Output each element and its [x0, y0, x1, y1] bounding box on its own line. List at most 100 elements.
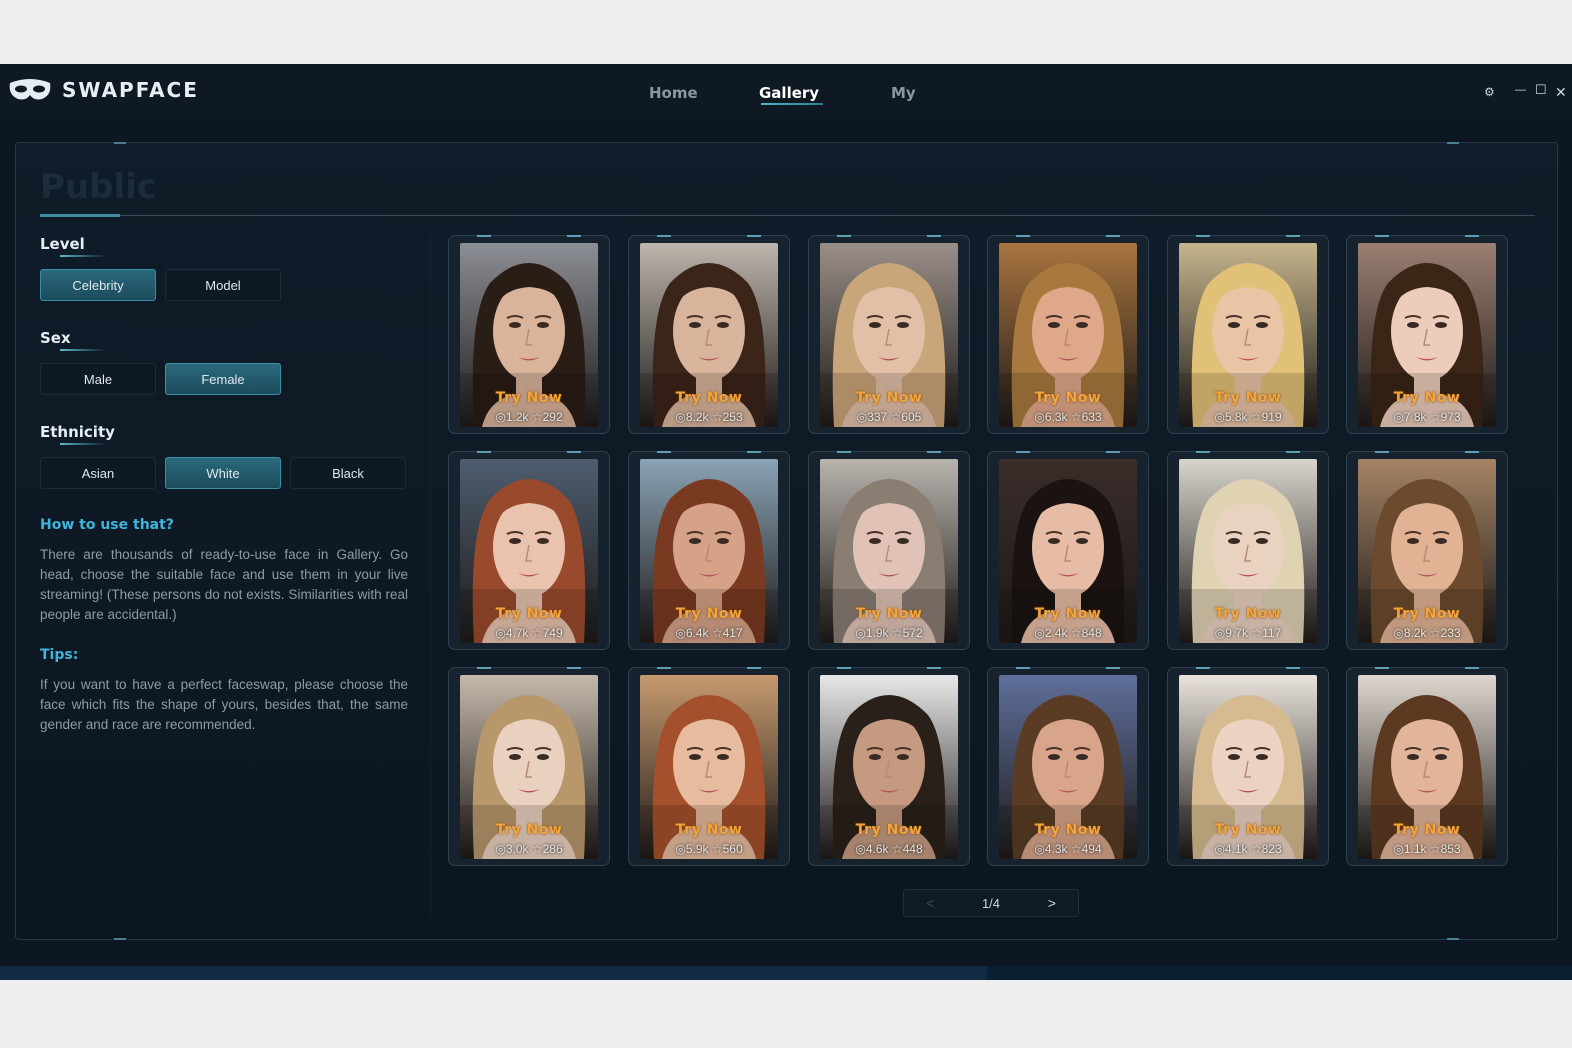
star-icon: ☆	[1247, 410, 1262, 424]
star-icon: ☆	[708, 842, 723, 856]
ethnicity-title: Ethnicity	[40, 423, 115, 445]
face-card[interactable]: Try Now ◎2.4k ☆848	[987, 451, 1149, 650]
eye-icon: ◎	[675, 842, 686, 856]
eye-icon: ◎	[855, 626, 866, 640]
next-page-icon[interactable]: >	[1048, 895, 1056, 911]
sex-male-button[interactable]: Male	[40, 363, 156, 395]
ethnicity-black-button[interactable]: Black	[290, 457, 406, 489]
card-stats: ◎1.1k ☆853	[1358, 842, 1496, 856]
level-options: Celebrity Model	[40, 269, 408, 301]
eye-icon: ◎	[675, 626, 686, 640]
face-portrait: Try Now ◎5.9k ☆560	[640, 675, 778, 859]
try-now-label[interactable]: Try Now	[1358, 822, 1496, 838]
ethnicity-asian-button[interactable]: Asian	[40, 457, 156, 489]
face-portrait: Try Now ◎4.1k ☆823	[1179, 675, 1317, 859]
star-count: 605	[901, 410, 922, 424]
try-now-label[interactable]: Try Now	[1179, 606, 1317, 622]
level-celebrity-button[interactable]: Celebrity	[40, 269, 156, 301]
view-count: 4.6k	[865, 842, 889, 856]
try-now-label[interactable]: Try Now	[999, 390, 1137, 406]
view-count: 2.4k	[1044, 626, 1068, 640]
try-now-label[interactable]: Try Now	[820, 822, 958, 838]
star-icon: ☆	[887, 410, 902, 424]
close-icon[interactable]: ✕	[1555, 84, 1567, 101]
card-stats: ◎5.9k ☆560	[640, 842, 778, 856]
tab-my[interactable]: My	[891, 84, 916, 102]
view-count: 1.9k	[865, 626, 889, 640]
face-card[interactable]: Try Now ◎9.7k ☆117	[1167, 451, 1329, 650]
ethnicity-white-button[interactable]: White	[165, 457, 281, 489]
face-card[interactable]: Try Now ◎4.6k ☆448	[808, 667, 970, 866]
try-now-label[interactable]: Try Now	[999, 606, 1137, 622]
sex-female-button[interactable]: Female	[165, 363, 281, 395]
face-card[interactable]: Try Now ◎4.1k ☆823	[1167, 667, 1329, 866]
face-portrait: Try Now ◎1.2k ☆292	[460, 243, 598, 427]
face-card[interactable]: Try Now ◎1.2k ☆292	[448, 235, 610, 434]
face-card[interactable]: Try Now ◎3.0k ☆286	[448, 667, 610, 866]
view-count: 9.7k	[1225, 626, 1248, 640]
try-now-label[interactable]: Try Now	[460, 390, 598, 406]
star-icon: ☆	[1067, 842, 1082, 856]
title-bar: SWAPFACE Home Gallery My ⚙ — ☐ ✕	[0, 64, 1572, 120]
face-card[interactable]: Try Now ◎6.3k ☆633	[987, 235, 1149, 434]
view-count: 1.2k	[505, 410, 529, 424]
eye-icon: ◎	[675, 410, 686, 424]
settings-gear-icon[interactable]: ⚙	[1484, 85, 1495, 99]
face-card[interactable]: Try Now ◎4.3k ☆494	[987, 667, 1149, 866]
face-portrait: Try Now ◎5.8k ☆919	[1179, 243, 1317, 427]
try-now-label[interactable]: Try Now	[640, 822, 778, 838]
card-stats: ◎8.2k ☆233	[1358, 626, 1496, 640]
eye-icon: ◎	[1214, 626, 1226, 640]
face-card[interactable]: Try Now ◎7.8k ☆973	[1346, 235, 1508, 434]
level-model-button[interactable]: Model	[165, 269, 281, 301]
card-stats: ◎1.9k ☆572	[820, 626, 958, 640]
try-now-label[interactable]: Try Now	[460, 606, 598, 622]
star-count: 494	[1081, 842, 1102, 856]
card-stats: ◎7.8k ☆973	[1358, 410, 1496, 424]
card-stats: ◎4.3k ☆494	[999, 842, 1137, 856]
try-now-label[interactable]: Try Now	[1358, 390, 1496, 406]
try-now-label[interactable]: Try Now	[820, 390, 958, 406]
tab-gallery[interactable]: Gallery	[759, 84, 824, 105]
ethnicity-options: Asian White Black	[40, 457, 408, 489]
eye-icon: ◎	[1034, 626, 1045, 640]
main-nav: Home Gallery My	[0, 84, 1572, 108]
face-card[interactable]: Try Now ◎8.2k ☆253	[628, 235, 790, 434]
try-now-label[interactable]: Try Now	[999, 822, 1137, 838]
face-portrait: Try Now ◎4.6k ☆448	[820, 675, 958, 859]
try-now-label[interactable]: Try Now	[1358, 606, 1496, 622]
eye-icon: ◎	[855, 842, 866, 856]
face-card[interactable]: Try Now ◎4.7k ☆749	[448, 451, 610, 650]
view-count: 5.9k	[685, 842, 709, 856]
star-count: 749	[542, 626, 563, 640]
card-stats: ◎6.4k ☆417	[640, 626, 778, 640]
minimize-icon[interactable]: —	[1515, 84, 1526, 96]
face-card[interactable]: Try Now ◎337 ☆605	[808, 235, 970, 434]
face-card[interactable]: Try Now ◎6.4k ☆417	[628, 451, 790, 650]
face-card[interactable]: Try Now ◎5.8k ☆919	[1167, 235, 1329, 434]
try-now-label[interactable]: Try Now	[640, 390, 778, 406]
try-now-label[interactable]: Try Now	[460, 822, 598, 838]
view-count: 4.7k	[505, 626, 529, 640]
face-portrait: Try Now ◎6.4k ☆417	[640, 459, 778, 643]
view-count: 1.1k	[1403, 842, 1427, 856]
try-now-label[interactable]: Try Now	[640, 606, 778, 622]
face-card[interactable]: Try Now ◎5.9k ☆560	[628, 667, 790, 866]
maximize-icon[interactable]: ☐	[1535, 82, 1547, 98]
face-card[interactable]: Try Now ◎8.2k ☆233	[1346, 451, 1508, 650]
try-now-label[interactable]: Try Now	[1179, 822, 1317, 838]
try-now-label[interactable]: Try Now	[820, 606, 958, 622]
face-portrait: Try Now ◎337 ☆605	[820, 243, 958, 427]
face-card[interactable]: Try Now ◎1.9k ☆572	[808, 451, 970, 650]
card-stats: ◎1.2k ☆292	[460, 410, 598, 424]
face-portrait: Try Now ◎6.3k ☆633	[999, 243, 1137, 427]
star-count: 117	[1262, 626, 1282, 640]
star-icon: ☆	[888, 842, 903, 856]
view-count: 7.8k	[1403, 410, 1427, 424]
star-count: 448	[902, 842, 923, 856]
tab-home[interactable]: Home	[649, 84, 698, 102]
eye-icon: ◎	[1214, 410, 1225, 424]
try-now-label[interactable]: Try Now	[1179, 390, 1317, 406]
face-card[interactable]: Try Now ◎1.1k ☆853	[1346, 667, 1508, 866]
prev-page-icon[interactable]: <	[926, 895, 934, 911]
